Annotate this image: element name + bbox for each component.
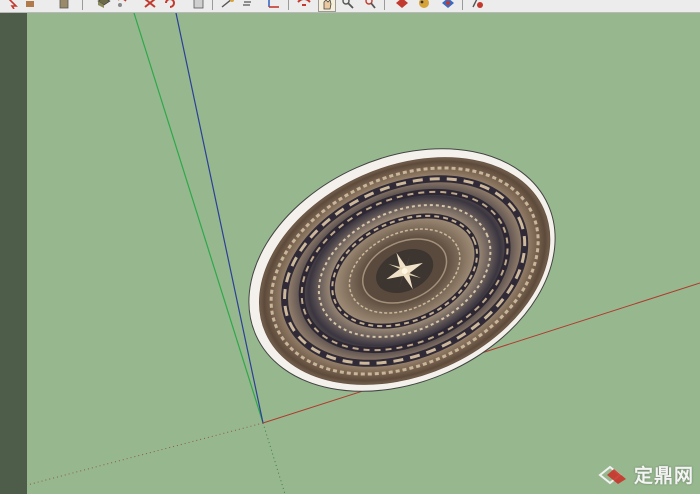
- paint-bucket-button[interactable]: [96, 0, 112, 11]
- move-icon: [144, 0, 156, 8]
- select-tool-button[interactable]: [4, 0, 20, 11]
- tape-icon: [221, 0, 234, 8]
- walk-tool-button[interactable]: [416, 0, 432, 11]
- scene-canvas: [27, 13, 700, 494]
- pushpull-icon: [118, 0, 127, 7]
- orbit-icon: [297, 0, 311, 6]
- make-component-button[interactable]: [56, 0, 72, 11]
- footprints-icon: [419, 0, 429, 8]
- watermark-text: 定鼎网: [633, 465, 694, 487]
- text-tool-button[interactable]: [240, 0, 256, 11]
- decorative-plate: [248, 148, 556, 392]
- bucket-icon: [97, 0, 111, 8]
- rotate-icon: [165, 0, 175, 8]
- zoom-tool-button[interactable]: [340, 0, 356, 11]
- hand-icon: [323, 0, 332, 10]
- left-panel: [0, 13, 27, 494]
- toolbar: [0, 0, 700, 13]
- look-around-button[interactable]: [440, 0, 456, 11]
- diamond-logo-icon: [598, 465, 626, 484]
- model-viewport[interactable]: 定鼎网: [27, 13, 700, 494]
- eye-icon: [442, 0, 454, 8]
- axes-tool-button[interactable]: [266, 0, 282, 11]
- scale-icon: [193, 0, 204, 9]
- eraser-tool-button[interactable]: [22, 0, 38, 11]
- blue-axis-line: [175, 13, 264, 424]
- camera-icon: [396, 0, 408, 8]
- green-axis-line: [133, 13, 264, 424]
- zoom-icon: [342, 0, 354, 9]
- scale-tool-button[interactable]: [190, 0, 206, 11]
- pan-tool-button[interactable]: [318, 0, 336, 12]
- text-icon: [243, 1, 251, 6]
- push-pull-button[interactable]: [114, 0, 130, 11]
- section-plane-button[interactable]: [470, 0, 486, 11]
- watermark: 定鼎网: [598, 461, 694, 488]
- tape-measure-button[interactable]: [220, 0, 236, 11]
- rotate-tool-button[interactable]: [162, 0, 178, 11]
- zoom-extents-icon: [365, 0, 376, 9]
- cube-icon: [59, 0, 69, 9]
- section-icon: [472, 0, 483, 8]
- orbit-tool-button[interactable]: [296, 0, 312, 11]
- arrow-icon: [8, 0, 18, 9]
- zoom-extents-button[interactable]: [362, 0, 378, 11]
- red-axis-dotted: [27, 422, 264, 486]
- axes-icon: [268, 0, 279, 8]
- move-tool-button[interactable]: [142, 0, 158, 11]
- green-axis-dotted: [262, 422, 286, 494]
- eraser-icon: [26, 1, 34, 7]
- position-camera-button[interactable]: [394, 0, 410, 11]
